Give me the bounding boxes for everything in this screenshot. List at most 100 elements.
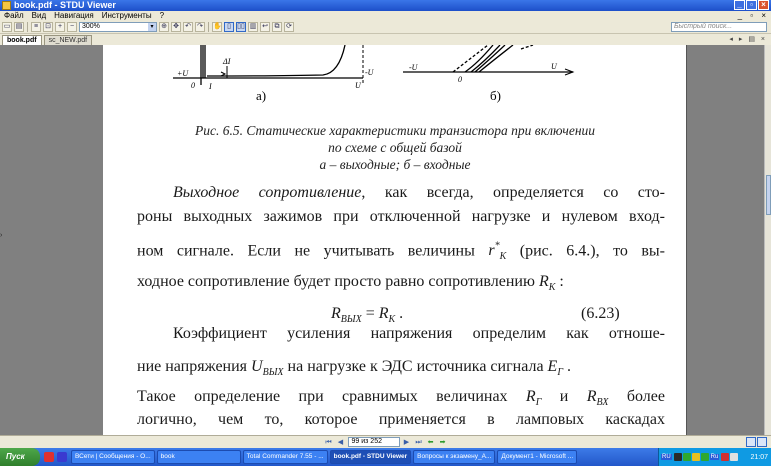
p1-line1-rest: , как всегда, определяется со сто-	[361, 184, 666, 201]
clock: 21:07	[750, 453, 768, 461]
maximize-button[interactable]: ▫	[746, 0, 757, 10]
p1-line4-a: ходное сопротивление будет просто равно …	[137, 273, 539, 290]
prev-page-icon[interactable]: ◀	[336, 438, 346, 447]
tab-sc-new-pdf[interactable]: sc_NEW.pdf	[43, 35, 93, 45]
navigation-bar: ⏮ ◀ 99 из 252 ▶ ⏭ ⬅ ➡	[0, 435, 771, 448]
task-questions-exam[interactable]: Вопросы к экзамену_А...	[413, 450, 496, 464]
last-page-icon[interactable]: ⏭	[414, 438, 424, 447]
paragraph-1-line-2: роны выходных зажимов при отключенной на…	[137, 208, 665, 225]
grid-view-icon[interactable]	[757, 437, 767, 447]
fig-b-label-u: U	[551, 62, 558, 71]
term-output-resistance: Выходное сопротивление	[173, 184, 362, 201]
fig-a-label-plus-u: +U	[177, 69, 189, 78]
pdf-page: +U 0 I ΔI -U U -U 0 U а) б) Рис. 6.5. Ст…	[103, 45, 687, 435]
two-page-icon[interactable]: ▯▯	[236, 22, 246, 32]
figure-label-b: б)	[490, 88, 501, 103]
task-total-commander[interactable]: Total Commander 7.55 - ...	[242, 450, 328, 464]
tray-icon-1[interactable]	[673, 453, 682, 461]
minimize-button[interactable]: _	[734, 0, 745, 10]
start-button[interactable]: Пуск	[0, 448, 40, 466]
forward-icon[interactable]: ➡	[438, 438, 448, 447]
document-viewer[interactable]: +U 0 I ΔI -U U -U 0 U а) б) Рис. 6.5. Ст…	[0, 45, 771, 435]
system-tray: RU Ru 21:07	[658, 448, 771, 466]
tray-icon-4[interactable]	[700, 453, 709, 461]
mdi-controls[interactable]: _ ▫ ×	[738, 11, 769, 21]
single-page-icon[interactable]: ▯	[224, 22, 234, 32]
tray-icon-5[interactable]	[721, 453, 730, 461]
rotate-left-icon[interactable]: ↶	[183, 22, 193, 32]
back-arrow-icon[interactable]: ↩	[260, 22, 270, 32]
zoom-in-icon[interactable]: +	[55, 22, 65, 32]
continuous-icon[interactable]: ▥	[248, 22, 258, 32]
zoom-select[interactable]: 300% ▾	[79, 22, 157, 32]
opera-icon[interactable]	[44, 452, 54, 462]
fig-a-label-delta-i: ΔI	[222, 57, 231, 66]
p1-line4-b: :	[555, 273, 564, 290]
fig-a-label-u: U	[355, 81, 362, 90]
menu-navigation[interactable]: Навигация	[54, 11, 94, 21]
symbol-r-k-star: r*К	[488, 241, 507, 263]
tab-book-pdf[interactable]: book.pdf	[2, 35, 42, 45]
zoom-out-icon[interactable]: −	[67, 22, 77, 32]
back-icon[interactable]: ⬅	[426, 438, 436, 447]
toolbar-separator	[27, 22, 28, 32]
menu-view[interactable]: Вид	[32, 11, 46, 21]
chevron-down-icon[interactable]: ▾	[148, 23, 156, 31]
rotate-right-icon[interactable]: ↷	[195, 22, 205, 32]
tab-bar: book.pdf sc_NEW.pdf	[0, 34, 771, 45]
app-icon-2[interactable]	[57, 452, 67, 462]
formula-number: (6.23)	[581, 305, 620, 322]
tab-controls[interactable]: ◂ ▸ ▤ ×	[729, 35, 767, 43]
fig-a-label-ik: I	[208, 82, 212, 91]
zoom-plus-icon[interactable]: ⊕	[159, 22, 169, 32]
next-page-icon[interactable]: ▶	[402, 438, 412, 447]
menu-help[interactable]: ?	[160, 11, 164, 21]
figure-label-a: а)	[256, 88, 267, 103]
figure-caption-line2: по схеме с общей базой	[328, 140, 462, 155]
task-word-document[interactable]: Документ1 - Microsoft ...	[497, 450, 578, 464]
open-icon[interactable]: ▭	[2, 22, 12, 32]
language-indicator[interactable]: RU	[661, 454, 672, 460]
paragraph-3-line-1: Такое определение при сравнимых величина…	[137, 388, 665, 409]
volume-icon[interactable]	[730, 453, 739, 461]
fig-a-label-minus-u: -U	[365, 68, 375, 77]
app-icon	[2, 1, 11, 10]
hand-tool-icon[interactable]: ✋	[212, 22, 222, 32]
bookmark-icon[interactable]: ⊡	[43, 22, 53, 32]
print-icon[interactable]: ▤	[14, 22, 24, 32]
paragraph-1-line-1: Выходное сопротивление, как всегда, опре…	[137, 184, 665, 202]
title-bar: book.pdf - STDU Viewer _ ▫ ×	[0, 0, 771, 11]
menu-file[interactable]: Файл	[4, 11, 24, 21]
paragraph-1-line-3: ном сигнале. Если не учитывать величины …	[137, 241, 665, 263]
scrollbar-thumb[interactable]	[766, 175, 771, 215]
page-number-input[interactable]: 99 из 252	[347, 437, 400, 447]
properties-icon[interactable]: ≡	[31, 22, 41, 32]
p1-line3-b: (рис. 6.4.), то вы-	[506, 242, 666, 260]
window-controls: _ ▫ ×	[734, 0, 769, 10]
search-input[interactable]: Быстрый поиск...	[671, 22, 767, 32]
figure-caption-line3: а – выходные; б – входные	[319, 157, 471, 172]
tray-icon-2[interactable]	[682, 453, 691, 461]
symbol-r-in: RВХ	[586, 388, 609, 409]
task-book-folder[interactable]: book	[156, 450, 241, 464]
symbol-e-g: EГ	[547, 358, 564, 379]
toolbar: ▭ ▤ ≡ ⊡ + − 300% ▾ ⊕ ✥ ↶ ↷ ✋ ▯ ▯▯ ▥ ↩ ⧉ …	[0, 21, 771, 34]
task-stdu-viewer[interactable]: book.pdf - STDU Viewer	[329, 450, 412, 464]
paragraph-2-line-2: ние напряжения UВЫХ на нагрузке к ЭДС ис…	[137, 358, 572, 379]
task-vseti[interactable]: ВСети | Сообщения - О...	[71, 450, 155, 464]
fit-page-icon[interactable]: ✥	[171, 22, 181, 32]
first-page-icon[interactable]: ⏮	[324, 438, 334, 447]
paragraph-2-line-1: Коэффициент усиления напряжения определи…	[173, 325, 665, 342]
single-view-icon[interactable]	[746, 437, 756, 447]
close-button[interactable]: ×	[758, 0, 769, 10]
copy-icon[interactable]: ⧉	[272, 22, 282, 32]
formula-6-23: RВЫХ = RК .	[331, 305, 404, 326]
vertical-scrollbar[interactable]	[764, 45, 771, 435]
language-indicator-2[interactable]: Ru	[709, 454, 720, 460]
quick-launch	[40, 452, 71, 462]
zoom-value: 300%	[82, 23, 100, 30]
symbol-r-k: RК	[538, 273, 556, 294]
refresh-icon[interactable]: ⟳	[284, 22, 294, 32]
tray-icon-3[interactable]	[691, 453, 700, 461]
menu-tools[interactable]: Инструменты	[102, 11, 152, 21]
